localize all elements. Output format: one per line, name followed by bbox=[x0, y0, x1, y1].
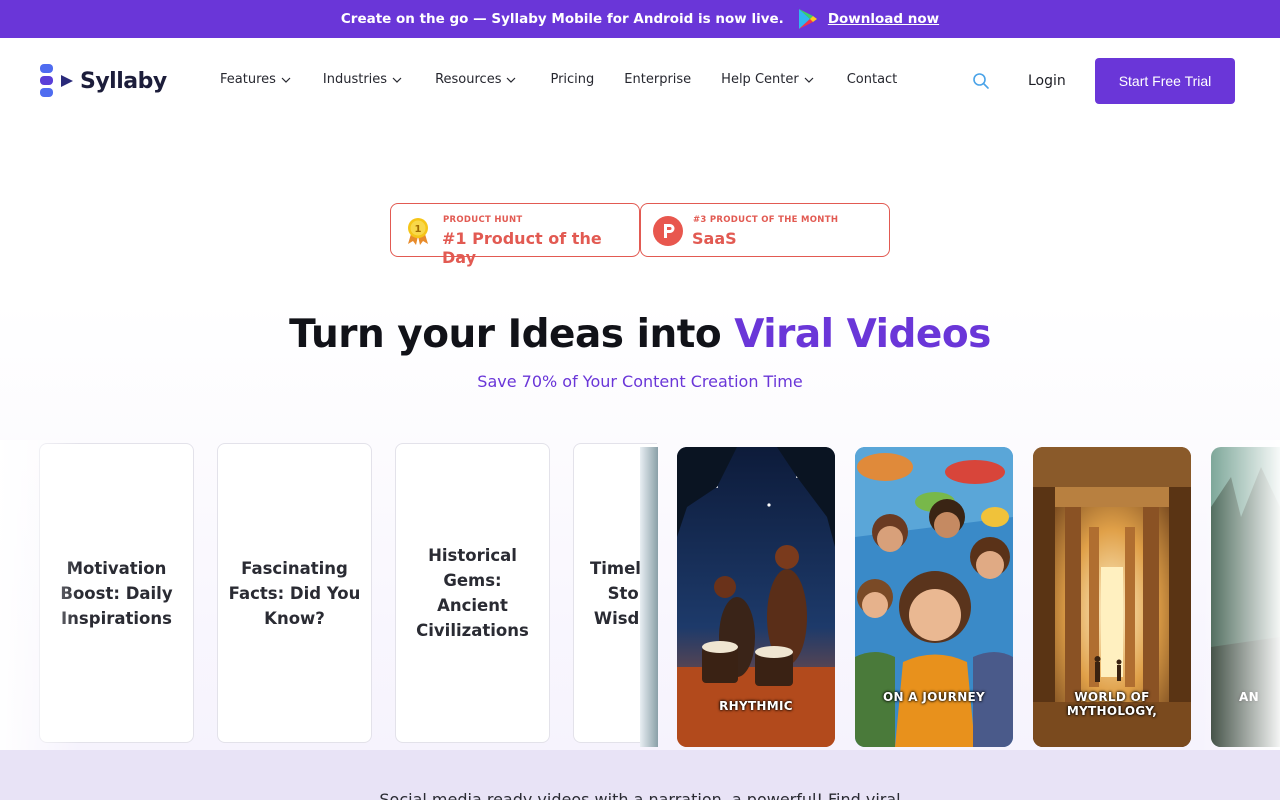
nav-item-enterprise[interactable]: Enterprise bbox=[624, 72, 691, 87]
google-play-icon bbox=[798, 8, 818, 30]
nav-label: Contact bbox=[846, 72, 898, 87]
syllaby-logo[interactable]: Syllaby bbox=[40, 64, 167, 98]
nav-label: Features bbox=[220, 72, 276, 87]
login-link[interactable]: Login bbox=[1028, 73, 1066, 89]
nav-label: Enterprise bbox=[624, 72, 692, 87]
product-hunt-month-badge[interactable]: #3 PRODUCT OF THE MONTH SaaS bbox=[640, 203, 890, 257]
nav-item-pricing[interactable]: Pricing bbox=[550, 72, 594, 87]
nav-label: Help Center bbox=[721, 72, 799, 87]
announcement-text: Create on the go — Syllaby Mobile for An… bbox=[340, 11, 784, 27]
video-caption: WORLD OF MYTHOLOGY, bbox=[1066, 690, 1158, 718]
video-card[interactable]: RHYTHMIC bbox=[677, 447, 835, 747]
chevron-down-icon bbox=[281, 77, 291, 83]
product-hunt-icon bbox=[653, 216, 683, 246]
section-intro-text: Social media ready videos with a narrati… bbox=[379, 790, 901, 800]
video-caption: ON A JOURNEY bbox=[882, 690, 986, 704]
badge-value: SaaS bbox=[692, 229, 737, 248]
site-header: Syllaby Features Industries Resources Pr… bbox=[0, 38, 1280, 124]
nav-item-help-center[interactable]: Help Center bbox=[721, 72, 814, 87]
logo-mark-icon bbox=[40, 64, 76, 98]
nav-item-industries[interactable]: Industries bbox=[323, 72, 402, 87]
hero-title: Turn your Ideas into Viral Videos bbox=[0, 312, 1280, 357]
badge-caption: PRODUCT HUNT bbox=[443, 215, 523, 225]
topic-card[interactable]: Historical Gems: Ancient Civilizations bbox=[395, 443, 550, 743]
topic-card[interactable]: Fascinating Facts: Did You Know? bbox=[217, 443, 372, 743]
chevron-down-icon bbox=[804, 77, 814, 83]
video-caption: RHYTHMIC bbox=[719, 699, 793, 713]
chevron-down-icon bbox=[392, 77, 402, 83]
main-nav: Features Industries Resources Pricing En… bbox=[220, 72, 897, 87]
card-transition-strip bbox=[640, 447, 658, 747]
hero-title-start: Turn your Ideas into bbox=[289, 312, 735, 357]
nav-item-resources[interactable]: Resources bbox=[435, 72, 516, 87]
nav-label: Industries bbox=[322, 72, 388, 87]
download-now-link[interactable]: Download now bbox=[828, 11, 939, 27]
badge-caption: #3 PRODUCT OF THE MONTH bbox=[693, 215, 839, 225]
hero-title-highlight: Viral Videos bbox=[734, 312, 991, 357]
carousel-fade-right bbox=[1200, 440, 1280, 750]
carousel-fade-left bbox=[0, 440, 80, 750]
video-card[interactable]: WORLD OF MYTHOLOGY, bbox=[1033, 447, 1191, 747]
nav-item-contact[interactable]: Contact bbox=[847, 72, 898, 87]
nav-label: Resources bbox=[435, 72, 502, 87]
hero-subtitle: Save 70% of Your Content Creation Time bbox=[477, 372, 803, 391]
nav-label: Pricing bbox=[550, 72, 595, 87]
video-card[interactable]: ON A JOURNEY bbox=[855, 447, 1013, 747]
product-hunt-day-badge[interactable]: 1 PRODUCT HUNT #1 Product of the Day bbox=[390, 203, 640, 267]
topic-card-label: Fascinating Facts: Did You Know? bbox=[228, 558, 361, 628]
search-icon[interactable] bbox=[972, 72, 990, 90]
badge-value: #1 Product of the Day bbox=[442, 229, 602, 267]
topic-card-label: Historical Gems: Ancient Civilizations bbox=[416, 546, 529, 640]
logo-wordmark: Syllaby bbox=[80, 68, 167, 94]
svg-text:1: 1 bbox=[415, 224, 422, 235]
nav-item-features[interactable]: Features bbox=[220, 72, 291, 87]
medal-icon: 1 bbox=[403, 216, 433, 246]
chevron-down-icon bbox=[507, 77, 516, 83]
start-free-trial-button[interactable]: Start Free Trial bbox=[1095, 58, 1235, 104]
announcement-banner: Create on the go — Syllaby Mobile for An… bbox=[0, 0, 1280, 38]
